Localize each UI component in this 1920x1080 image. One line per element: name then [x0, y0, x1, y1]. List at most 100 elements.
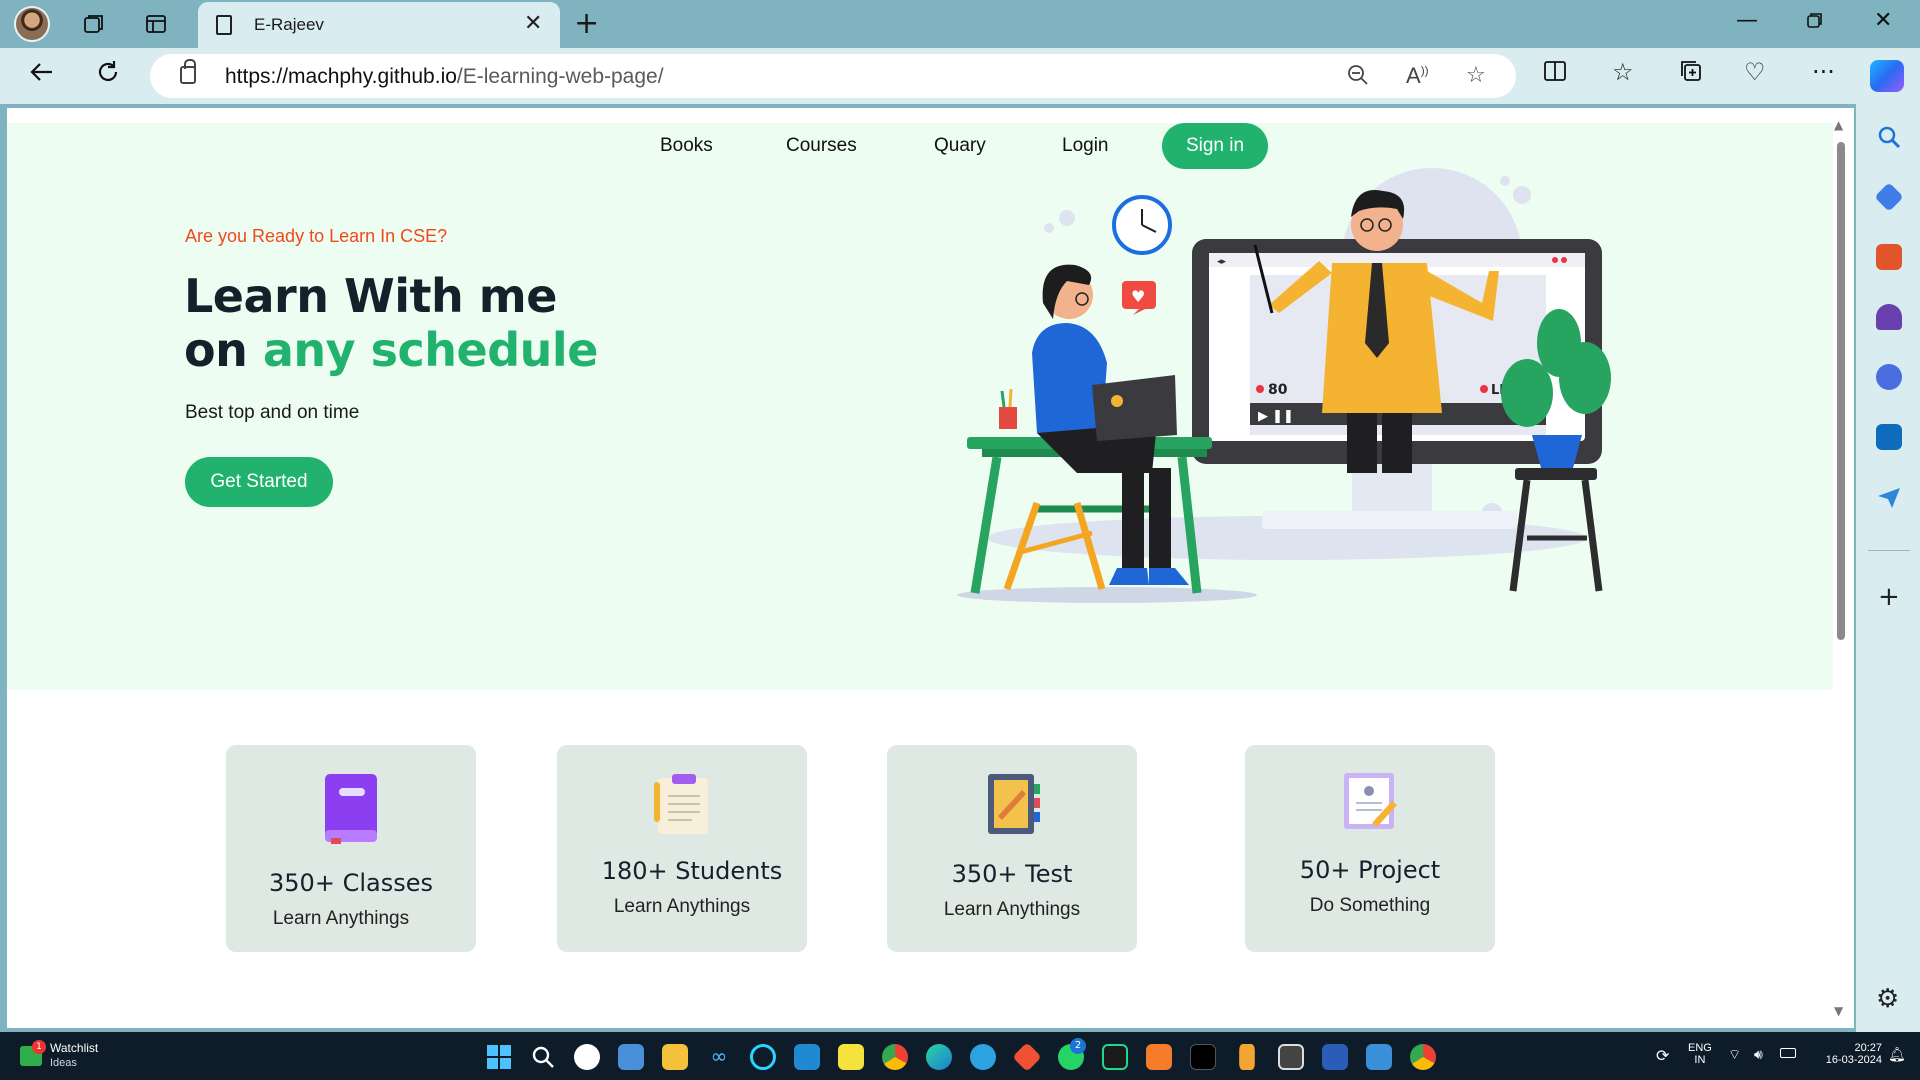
- svg-text:♥: ♥: [1131, 287, 1145, 306]
- favorite-star-icon[interactable]: ☆: [1466, 63, 1486, 88]
- paint-icon[interactable]: [1366, 1044, 1392, 1070]
- heart-bubble-icon: ♥: [1122, 281, 1156, 315]
- microsoft365-icon[interactable]: [1876, 364, 1902, 390]
- scroll-down-icon[interactable]: ▼: [1834, 1004, 1843, 1018]
- whatsapp-badge: 2: [1070, 1038, 1086, 1054]
- headline-line-1: Learn With me: [184, 269, 557, 323]
- favorites-icon[interactable]: ☆: [1612, 58, 1634, 86]
- new-tab-button[interactable]: +: [574, 6, 599, 41]
- vscode-icon[interactable]: [794, 1044, 820, 1070]
- stat-card-classes: 350+ Classes Learn Anythings: [226, 745, 476, 952]
- photos-app-icon[interactable]: [618, 1044, 644, 1070]
- start-icon[interactable]: [486, 1044, 512, 1070]
- zoom-out-icon[interactable]: [1346, 63, 1370, 93]
- stat-value: 350+ Test: [951, 860, 1073, 888]
- shopping-tag-icon[interactable]: [1874, 182, 1904, 212]
- copilot-icon[interactable]: [1870, 60, 1904, 92]
- wifi-icon[interactable]: ⌔: [1728, 1046, 1741, 1064]
- nav-link-courses[interactable]: Courses: [786, 135, 857, 157]
- tab-title: E-Rajeev: [254, 15, 324, 34]
- search-icon[interactable]: [1876, 124, 1902, 150]
- close-tab-icon[interactable]: ✕: [524, 11, 542, 36]
- windows-taskbar: 1 Watchlist Ideas ∞ 2 ⟳ ENG IN ⌔ 🔊︎ 20:2…: [0, 1032, 1920, 1080]
- notification-bell-icon[interactable]: 🔔︎: [1888, 1046, 1906, 1063]
- sync-icon[interactable]: ⟳: [1656, 1046, 1669, 1066]
- chrome-icon[interactable]: [882, 1044, 908, 1070]
- stat-value: 50+ Project: [1299, 856, 1441, 884]
- split-screen-icon[interactable]: [1542, 58, 1568, 90]
- viewer-count: 80: [1268, 382, 1288, 398]
- svg-text:◂▸: ◂▸: [1217, 257, 1227, 267]
- cortana-icon[interactable]: [750, 1044, 776, 1070]
- address-bar[interactable]: https://machphy.github.io/E-learning-web…: [150, 54, 1516, 98]
- infinity-app-icon[interactable]: ∞: [706, 1044, 732, 1070]
- git-icon[interactable]: [1012, 1042, 1042, 1072]
- hero-headline: Learn With me on any schedule: [184, 269, 598, 377]
- games-icon[interactable]: [1876, 304, 1902, 330]
- hero-tagline: Are you Ready to Learn In CSE?: [185, 226, 448, 246]
- more-options-icon[interactable]: ···: [1812, 58, 1835, 86]
- widget-subtitle: Ideas: [50, 1057, 77, 1069]
- stat-caption: Do Something: [1309, 895, 1431, 916]
- stat-card-projects: 50+ Project Do Something: [1245, 745, 1495, 952]
- chrome-profile-icon[interactable]: [1410, 1044, 1436, 1070]
- stat-caption: Learn Anythings: [943, 899, 1081, 920]
- xampp-icon[interactable]: [1146, 1044, 1172, 1070]
- clock-icon: [1112, 195, 1172, 255]
- sidebar-divider: [1868, 550, 1910, 551]
- get-started-button[interactable]: Get Started: [185, 457, 333, 507]
- restore-icon[interactable]: [1806, 10, 1824, 35]
- stat-card-tests: 350+ Test Learn Anythings: [887, 745, 1137, 952]
- url-text[interactable]: https://machphy.github.io/E-learning-web…: [225, 65, 664, 89]
- hero-section: Books Courses Quary Login Sign in Are yo…: [7, 123, 1833, 690]
- vertical-tabs-icon[interactable]: [138, 8, 174, 40]
- page-viewport: Books Courses Quary Login Sign in Are yo…: [7, 108, 1854, 1028]
- browser-tab[interactable]: E-Rajeev ✕: [198, 2, 560, 48]
- sticky-notes-icon[interactable]: [838, 1044, 864, 1070]
- page-icon: [216, 15, 232, 35]
- lock-icon[interactable]: [180, 59, 196, 84]
- scroll-thumb[interactable]: [1837, 142, 1845, 640]
- volume-icon[interactable]: 🔊︎: [1754, 1046, 1763, 1063]
- svg-text:▶ ❚❚: ▶ ❚❚: [1258, 409, 1294, 424]
- close-window-icon[interactable]: ✕: [1874, 8, 1892, 33]
- page-scrollbar[interactable]: ▲ ▼: [1834, 118, 1846, 1018]
- file-explorer-icon[interactable]: [662, 1044, 688, 1070]
- settings-gear-icon[interactable]: ⚙: [1876, 984, 1899, 1014]
- clock[interactable]: 20:27 16-03-2024: [1812, 1042, 1882, 1066]
- teacher-student-illustration: ◂▸ ▶ ❚❚ 80 LIVE: [957, 168, 1611, 603]
- add-sidebar-app-icon[interactable]: +: [1878, 582, 1900, 612]
- battery-icon[interactable]: [1780, 1048, 1796, 1058]
- pycharm-icon[interactable]: [1102, 1044, 1128, 1070]
- back-button[interactable]: [28, 58, 56, 93]
- tools-icon[interactable]: [1876, 244, 1902, 270]
- widget-title[interactable]: Watchlist: [50, 1041, 98, 1055]
- edge-icon[interactable]: [926, 1044, 952, 1070]
- refresh-button[interactable]: [94, 58, 122, 93]
- outlook-icon[interactable]: [1876, 424, 1902, 450]
- captions-icon[interactable]: [1278, 1044, 1304, 1070]
- hackerrank-icon[interactable]: [1190, 1044, 1216, 1070]
- drop-icon[interactable]: [1876, 484, 1902, 510]
- taskbar-search-icon[interactable]: [530, 1044, 556, 1070]
- certificate-icon: [1340, 771, 1400, 837]
- telegram-icon[interactable]: [970, 1044, 996, 1070]
- profile-avatar[interactable]: [14, 6, 50, 42]
- headline-line-2: on any schedule: [184, 323, 598, 377]
- language-indicator[interactable]: ENG IN: [1688, 1042, 1712, 1066]
- browser-essentials-icon[interactable]: ♡: [1744, 58, 1766, 86]
- word-icon[interactable]: [1322, 1044, 1348, 1070]
- workspaces-icon[interactable]: [76, 8, 112, 40]
- minimize-icon[interactable]: —: [1736, 8, 1758, 33]
- clipboard-icon: [652, 772, 712, 840]
- read-aloud-icon[interactable]: A)): [1406, 63, 1429, 89]
- browser-sidebar: + ⚙: [1856, 104, 1920, 1032]
- nav-link-books[interactable]: Books: [660, 135, 713, 157]
- collections-icon[interactable]: [1678, 58, 1704, 90]
- scroll-up-icon[interactable]: ▲: [1834, 118, 1843, 132]
- stat-caption: Learn Anythings: [272, 908, 410, 929]
- hero-subtext: Best top and on time: [185, 402, 360, 423]
- sublime-icon[interactable]: [1239, 1044, 1255, 1070]
- copilot-app-icon[interactable]: [574, 1044, 600, 1070]
- browser-titlebar: E-Rajeev ✕ + — ✕: [0, 0, 1920, 48]
